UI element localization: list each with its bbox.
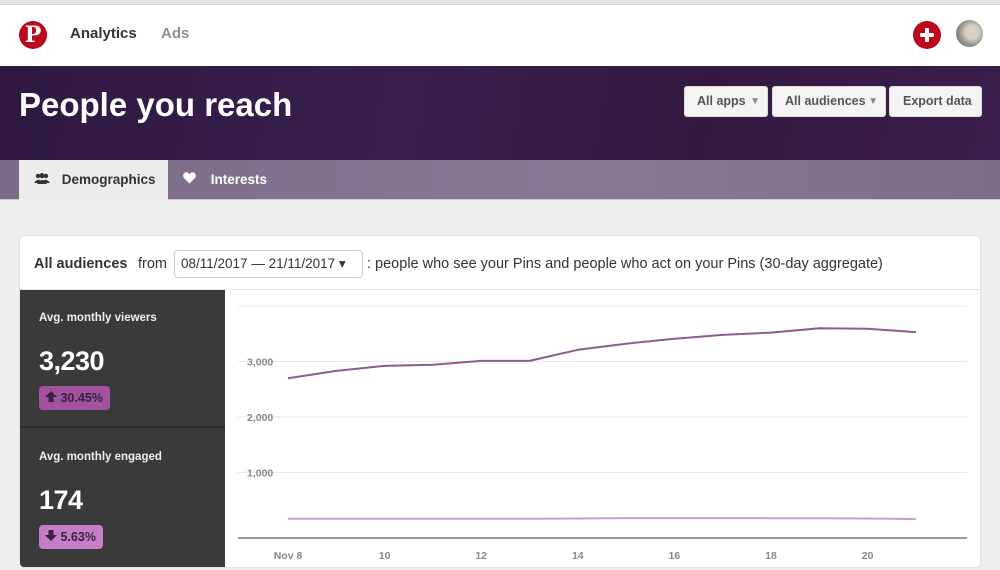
nav-ads-link[interactable]: Ads xyxy=(161,25,189,42)
heart-icon xyxy=(183,160,201,200)
reach-card: All audiences from 08/11/2017 — 21/11/20… xyxy=(19,235,981,568)
nav-analytics-link[interactable]: Analytics xyxy=(70,25,137,42)
from-label: from xyxy=(138,256,167,272)
x-tick-label: Nov 8 xyxy=(274,550,303,562)
chevron-down-icon: ▼ xyxy=(868,96,878,107)
stat-value: 3,230 xyxy=(39,346,105,376)
all-audiences-dropdown[interactable]: All audiences ▼ xyxy=(772,86,886,117)
y-tick-label: 2,000 xyxy=(247,412,273,424)
y-tick-label: 3,000 xyxy=(247,357,273,369)
card-header: All audiences from 08/11/2017 — 21/11/20… xyxy=(20,236,980,290)
all-audiences-label: All audiences xyxy=(785,94,866,108)
tab-interests-label: Interests xyxy=(210,172,268,187)
change-badge: 5.63% xyxy=(39,525,103,549)
top-nav: P Analytics Ads xyxy=(0,5,1000,66)
change-badge: 30.45% xyxy=(39,386,110,410)
arrow-down-icon xyxy=(45,530,60,544)
card-description: : people who see your Pins and people wh… xyxy=(367,256,883,272)
audience-label: All audiences xyxy=(34,256,128,272)
stat-monthly-engaged[interactable]: Avg. monthly engaged 174 5.63% xyxy=(20,429,225,567)
page-title: People you reach xyxy=(19,86,293,123)
x-tick-label: 12 xyxy=(475,550,487,562)
add-plus-icon[interactable] xyxy=(913,21,941,49)
all-apps-label: All apps xyxy=(697,94,746,108)
stat-label: Avg. monthly engaged xyxy=(39,451,162,463)
tab-interests[interactable]: Interests xyxy=(168,160,278,200)
engaged-series-line xyxy=(288,517,916,521)
export-data-button[interactable]: Export data xyxy=(889,86,982,117)
x-tick-label: 10 xyxy=(379,550,391,562)
x-tick-label: 20 xyxy=(862,550,874,562)
tab-demographics-label: Demographics xyxy=(61,172,156,187)
people-icon xyxy=(34,160,52,200)
reach-chart: 1,000 2,000 3,000 Nov 8 10 12 14 16 18 20 xyxy=(225,290,980,567)
change-value: 30.45% xyxy=(60,391,103,405)
line-chart: 1,000 2,000 3,000 Nov 8 10 12 14 16 18 20 xyxy=(238,305,967,562)
viewers-series-line xyxy=(287,327,916,380)
user-avatar[interactable] xyxy=(956,20,983,47)
y-tick-label: 1,000 xyxy=(247,468,273,480)
change-value: 5.63% xyxy=(60,530,96,544)
stat-value: 174 xyxy=(39,485,83,515)
tab-demographics[interactable]: Demographics xyxy=(19,160,168,200)
pinterest-logo-icon[interactable]: P xyxy=(19,21,47,49)
tab-bar: Demographics Interests xyxy=(0,160,1000,200)
all-apps-dropdown[interactable]: All apps ▼ xyxy=(684,86,768,117)
date-range-dropdown[interactable]: 08/11/2017 — 21/11/2017 ▾ xyxy=(174,250,363,278)
x-tick-label: 18 xyxy=(765,550,777,562)
stat-label: Avg. monthly viewers xyxy=(39,312,157,324)
x-tick-label: 16 xyxy=(669,550,681,562)
page-header: People you reach All apps ▼ All audience… xyxy=(0,66,1000,160)
stat-monthly-viewers[interactable]: Avg. monthly viewers 3,230 30.45% xyxy=(20,290,225,428)
stats-panel: Avg. monthly viewers 3,230 30.45% Avg. m… xyxy=(20,290,225,567)
chevron-down-icon: ▼ xyxy=(750,96,760,107)
arrow-up-icon xyxy=(45,391,60,405)
x-tick-label: 14 xyxy=(572,550,584,562)
